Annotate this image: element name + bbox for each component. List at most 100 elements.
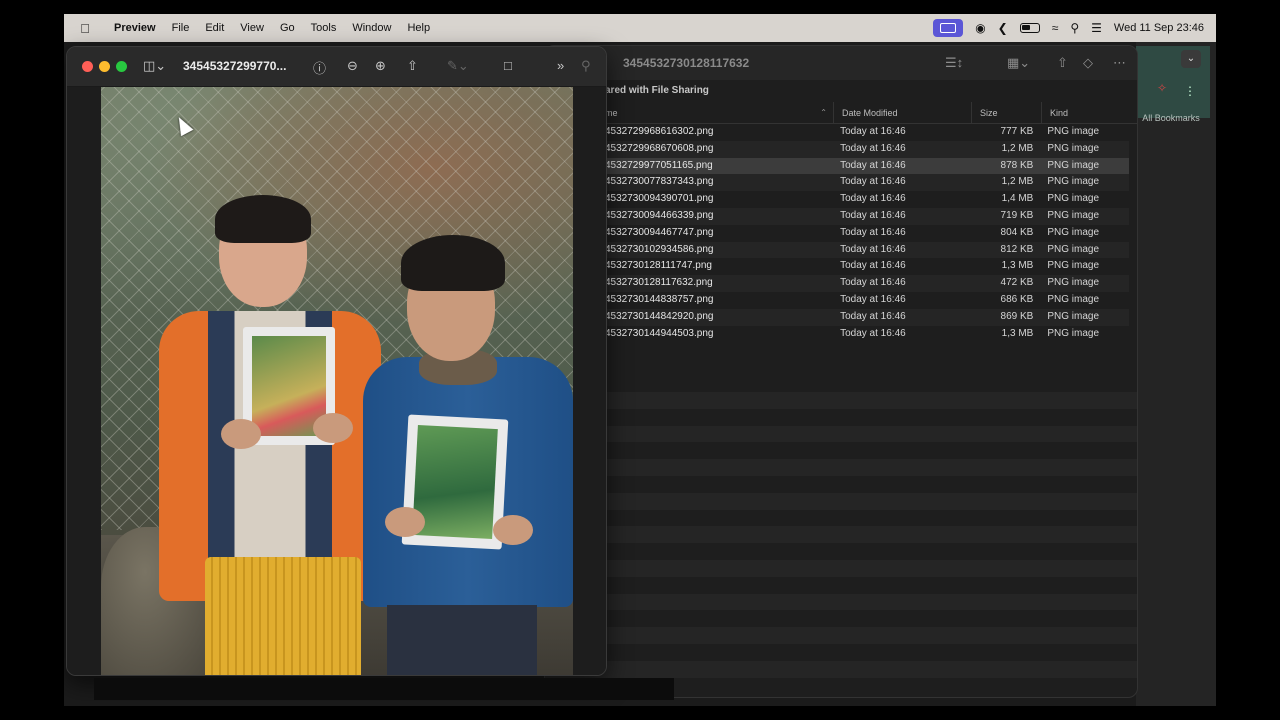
- boy-hand: [385, 507, 425, 537]
- share-icon[interactable]: ⇧: [1057, 55, 1068, 71]
- control-center-icon[interactable]: ☰: [1091, 22, 1102, 34]
- list-view-icon[interactable]: ☰↕: [945, 55, 963, 71]
- column-kind[interactable]: Kind: [1041, 102, 1137, 123]
- file-kind: PNG image: [1047, 226, 1100, 238]
- sidebar-toggle-icon[interactable]: ◫⌄: [143, 58, 166, 74]
- file-row[interactable]: 4532729968616302.png Today at 16:46 777 KB…: [545, 124, 1129, 141]
- file-row[interactable]: 4532730144838757.png Today at 16:46 686 KB…: [545, 292, 1129, 309]
- girl-hair: [215, 195, 311, 243]
- finder-window: 3454532730128117632 ☰↕ ▦⌄ ⇧ ◇ ⋯ ared wit…: [544, 45, 1138, 698]
- column-header: me ⌃ Date Modified Size Kind: [545, 102, 1137, 124]
- file-kind: PNG image: [1047, 142, 1100, 154]
- file-date: Today at 16:46: [840, 142, 906, 154]
- empty-row: [545, 577, 1137, 594]
- file-row[interactable]: 4532730094466339.png Today at 16:46 719 KB…: [545, 207, 1129, 225]
- file-row[interactable]: 4532730128111747.png Today at 16:46 1,3 MB…: [545, 258, 1129, 275]
- tag-icon[interactable]: ◇: [1083, 55, 1093, 71]
- column-size[interactable]: Size: [971, 102, 1041, 123]
- rotate-icon[interactable]: □: [504, 58, 512, 73]
- finder-window-title: 3454532730128117632: [623, 56, 750, 70]
- share-icon[interactable]: ⇧: [407, 58, 418, 74]
- clock[interactable]: Wed 11 Sep 23:46: [1114, 22, 1204, 34]
- empty-row: [545, 425, 1137, 443]
- menu-app-name[interactable]: Preview: [106, 22, 164, 34]
- girl-skirt: [205, 557, 361, 675]
- file-kind: PNG image: [1047, 159, 1100, 171]
- empty-row: [545, 610, 1137, 627]
- girl-hand: [313, 413, 353, 443]
- file-kind: PNG image: [1047, 310, 1100, 322]
- menu-tools[interactable]: Tools: [303, 22, 345, 34]
- empty-row: [545, 476, 1137, 493]
- photo-image[interactable]: [101, 87, 573, 675]
- minimize-button[interactable]: [99, 61, 110, 72]
- empty-row: [545, 492, 1137, 510]
- more-tools-icon[interactable]: »: [557, 58, 564, 73]
- file-size: 1,3 MB: [1001, 327, 1034, 339]
- battery-icon[interactable]: [1019, 23, 1040, 33]
- zoom-button[interactable]: [116, 61, 127, 72]
- menu-view[interactable]: View: [232, 22, 272, 34]
- file-size: 878 KB: [1000, 159, 1034, 171]
- file-size: 1,2 MB: [1001, 176, 1034, 188]
- apple-icon[interactable]: : [64, 21, 106, 36]
- file-kind: PNG image: [1047, 293, 1100, 305]
- search-icon[interactable]: ⚲: [1070, 22, 1079, 34]
- boy-pants: [387, 605, 537, 675]
- menu-edit[interactable]: Edit: [197, 22, 232, 34]
- menu-go[interactable]: Go: [272, 22, 303, 34]
- file-size: 804 KB: [1000, 226, 1034, 238]
- file-size: 1,2 MB: [1001, 142, 1034, 154]
- file-size: 869 KB: [1000, 310, 1034, 322]
- file-row[interactable]: 4532730094390701.png Today at 16:46 1,4 MB…: [545, 191, 1129, 208]
- file-row[interactable]: 4532730128117632.png Today at 16:46 472 KB…: [545, 275, 1129, 292]
- file-size: 1,4 MB: [1001, 193, 1034, 205]
- info-icon[interactable]: ⓘ: [313, 58, 326, 77]
- file-kind: PNG image: [1047, 193, 1100, 205]
- menu-bar:  Preview File Edit View Go Tools Window…: [64, 14, 1216, 42]
- file-date: Today at 16:46: [840, 293, 906, 305]
- empty-row: [545, 593, 1137, 611]
- file-row[interactable]: 4532730144944503.png Today at 16:46 1,3 MB…: [545, 326, 1129, 343]
- menu-window[interactable]: Window: [344, 22, 399, 34]
- markup-icon[interactable]: ✎⌄: [447, 58, 469, 74]
- menu-help[interactable]: Help: [399, 22, 438, 34]
- file-kind: PNG image: [1047, 176, 1100, 188]
- wifi-icon[interactable]: ≈: [1052, 22, 1059, 34]
- pin-icon[interactable]: ✧: [1157, 81, 1167, 95]
- column-date[interactable]: Date Modified: [833, 102, 971, 123]
- close-button[interactable]: [82, 61, 93, 72]
- menu-file[interactable]: File: [164, 22, 198, 34]
- file-size: 777 KB: [1000, 126, 1034, 137]
- file-date: Today at 16:46: [840, 176, 906, 188]
- file-row[interactable]: 4532730144842920.png Today at 16:46 869 KB…: [545, 308, 1129, 326]
- preview-toolbar: ◫⌄ 34545327299770... ⓘ ⊖ ⊕ ⇧ ✎⌄ □ » ⚲: [67, 47, 606, 87]
- file-row[interactable]: 4532730077837343.png Today at 16:46 1,2 MB…: [545, 174, 1129, 192]
- file-row[interactable]: 4532730102934586.png Today at 16:46 812 KB…: [545, 241, 1129, 259]
- file-row[interactable]: 4532729977051165.png Today at 16:46 878 KB…: [545, 157, 1129, 175]
- chevron-down-icon[interactable]: ⌄: [1181, 50, 1201, 68]
- zoom-out-icon[interactable]: ⊖: [347, 58, 358, 74]
- status-area: ◉ ❮ ≈ ⚲ ☰ Wed 11 Sep 23:46: [933, 14, 1204, 42]
- zoom-in-icon[interactable]: ⊕: [375, 58, 386, 74]
- empty-row: [545, 409, 1137, 426]
- more-icon[interactable]: ⋮: [1184, 84, 1196, 98]
- grid-view-icon[interactable]: ▦⌄: [1007, 55, 1030, 71]
- search-icon[interactable]: ⚲: [581, 58, 591, 74]
- chevron-left-icon[interactable]: ❮: [998, 22, 1008, 34]
- file-kind: PNG image: [1047, 260, 1100, 272]
- all-bookmarks-label[interactable]: All Bookmarks: [1136, 113, 1206, 123]
- girl-hand: [221, 419, 261, 449]
- screen-share-icon[interactable]: [933, 19, 964, 37]
- file-date: Today at 16:46: [840, 209, 906, 221]
- file-row[interactable]: 4532729968670608.png Today at 16:46 1,2 MB…: [545, 140, 1129, 158]
- heart-icon[interactable]: ♡: [482, 704, 493, 706]
- file-row[interactable]: 4532730094467747.png Today at 16:46 804 KB…: [545, 225, 1129, 242]
- file-date: Today at 16:46: [840, 226, 906, 238]
- record-icon[interactable]: ◉: [975, 22, 985, 34]
- finder-toolbar: 3454532730128117632 ☰↕ ▦⌄ ⇧ ◇ ⋯: [545, 46, 1137, 80]
- action-icon[interactable]: ⋯: [1113, 55, 1126, 71]
- empty-row: [545, 660, 1137, 678]
- background-app-strip: [1136, 42, 1216, 706]
- boy-hand: [493, 515, 533, 545]
